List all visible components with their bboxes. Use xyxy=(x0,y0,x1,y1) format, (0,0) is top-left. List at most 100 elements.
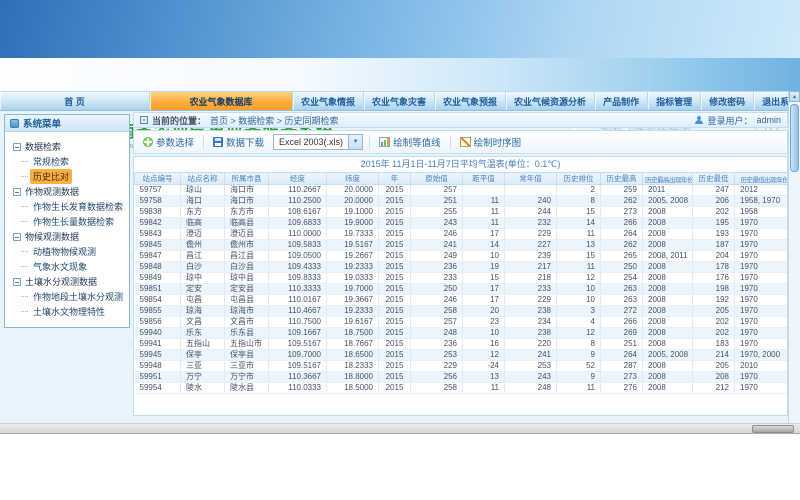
tree-leaf[interactable]: 作物生长量数据检索 xyxy=(30,214,127,229)
nav-item[interactable]: 指标管理 xyxy=(648,92,701,110)
table-cell: 109.6833 xyxy=(269,218,327,229)
table-cell: 276 xyxy=(601,383,643,394)
login-user-label: 登录用户： xyxy=(707,114,752,127)
login-user-value: admin xyxy=(756,115,781,125)
table-row: 59849琼中琼中县109.833319.0333201523315218122… xyxy=(135,273,789,284)
table-cell: 1970 xyxy=(735,262,789,273)
table-cell: 14 xyxy=(463,240,505,251)
nav-item[interactable]: 农业气象灾害 xyxy=(364,92,435,110)
nav-item[interactable]: 农业气象预报 xyxy=(435,92,506,110)
table-cell: 2010 xyxy=(735,361,789,372)
table-title: 2015年 11月1日-11月7日平均气温表(单位：0.1℃) xyxy=(134,157,787,172)
nav-item[interactable]: 农业气候资源分析 xyxy=(506,92,595,110)
table-cell: 2015 xyxy=(379,273,411,284)
vertical-scrollbar[interactable] xyxy=(788,91,800,423)
table-cell: 59838 xyxy=(135,207,181,218)
horizontal-scrollbar[interactable] xyxy=(0,423,800,434)
table-cell: 2015 xyxy=(379,383,411,394)
table-cell: 187 xyxy=(693,240,735,251)
tree-group[interactable]: 作物观测数据 xyxy=(13,184,127,199)
table-cell: 2008 xyxy=(643,207,693,218)
draw-isoline-button[interactable]: 绘制等值线 xyxy=(376,133,444,151)
table-cell: 2008 xyxy=(643,240,693,251)
table-cell: 2008 xyxy=(643,295,693,306)
table-cell: 2008 xyxy=(643,273,693,284)
table-cell: 18.7500 xyxy=(327,328,379,339)
table-cell: 1970 xyxy=(735,295,789,306)
tree-group[interactable]: 土壤水分观测数据 xyxy=(13,274,127,289)
table-cell: 250 xyxy=(601,262,643,273)
table-cell: 乐东县 xyxy=(225,328,269,339)
table-cell: 11 xyxy=(463,207,505,218)
table-cell: 2008 xyxy=(643,218,693,229)
table-cell: 2011 xyxy=(643,185,693,196)
table-cell: 11 xyxy=(463,383,505,394)
table-cell: 109.8333 xyxy=(269,273,327,284)
nav-item[interactable]: 农业气象情报 xyxy=(293,92,364,110)
nav-item[interactable]: 修改密码 xyxy=(701,92,754,110)
collapse-icon[interactable] xyxy=(13,188,21,196)
table-cell: 240 xyxy=(505,196,557,207)
data-download-button[interactable]: 数据下载 xyxy=(210,133,267,151)
table-cell: 儋州市 xyxy=(225,240,269,251)
nav-item[interactable]: 农业气象数据库 xyxy=(150,92,293,110)
tree-leaf[interactable]: 常规检索 xyxy=(30,154,127,169)
table-cell: 18.7667 xyxy=(327,339,379,350)
menu-icon xyxy=(10,119,19,128)
tree-group[interactable]: 物候观测数据 xyxy=(13,229,127,244)
table-cell: 244 xyxy=(505,207,557,218)
nav-item[interactable]: 产品制作 xyxy=(595,92,648,110)
breadcrumb[interactable]: 首页 > 数据检索 > 历史同期检索 xyxy=(210,114,339,127)
table-cell: 2 xyxy=(557,185,601,196)
table-cell: 2008 xyxy=(643,339,693,350)
table-cell: 110.0167 xyxy=(269,295,327,306)
collapse-icon[interactable] xyxy=(13,278,21,286)
table-cell: 178 xyxy=(693,262,735,273)
table-cell: 59954 xyxy=(135,383,181,394)
table-cell: 19 xyxy=(463,262,505,273)
tree-leaf[interactable]: 气象水文现象 xyxy=(30,259,127,274)
export-format-select[interactable]: Excel 2003(.xls) xyxy=(273,134,363,150)
vertical-scrollbar-thumb[interactable] xyxy=(790,104,799,172)
table-cell: 243 xyxy=(505,372,557,383)
tree-leaf-label: 常规检索 xyxy=(30,154,72,169)
scroll-up-icon[interactable] xyxy=(789,91,800,102)
table-cell: 18.6500 xyxy=(327,350,379,361)
table-cell: 193 xyxy=(693,229,735,240)
tree-leaf[interactable]: 动植物物候观测 xyxy=(30,244,127,259)
collapse-icon[interactable] xyxy=(13,233,21,241)
table-cell: 234 xyxy=(505,317,557,328)
table-cell: 19.9000 xyxy=(327,218,379,229)
tree-group[interactable]: 数据检索 xyxy=(13,139,127,154)
dropdown-arrow-icon[interactable] xyxy=(348,135,362,149)
table-cell: 儋州 xyxy=(181,240,225,251)
column-header: 站点编号 xyxy=(135,173,181,185)
tree-leaf[interactable]: 历史比对 xyxy=(30,169,127,184)
table-cell: 2008 xyxy=(643,262,693,273)
table-row: 59847昌江昌江县109.050019.2667201524910239152… xyxy=(135,251,789,262)
param-select-button[interactable]: 参数选择 xyxy=(140,133,197,151)
table-cell: 232 xyxy=(505,218,557,229)
tree-leaf[interactable]: 作物生长发育数据检索 xyxy=(30,199,127,214)
table-cell: 2005, 2008 xyxy=(643,350,693,361)
table-cell: 2015 xyxy=(379,328,411,339)
table-cell: 2015 xyxy=(379,218,411,229)
table-cell: 59843 xyxy=(135,229,181,240)
param-select-label: 参数选择 xyxy=(156,135,194,149)
table-cell: 琼海市 xyxy=(225,306,269,317)
table-cell: 233 xyxy=(411,273,463,284)
sidebar-header: 系统菜单 xyxy=(5,115,129,132)
table-cell: 保亭 xyxy=(181,350,225,361)
nav-item[interactable]: 首 页 xyxy=(0,92,150,110)
toolbar-divider xyxy=(369,135,370,149)
nav-bar: 首 页农业气象数据库农业气象情报农业气象灾害农业气象预报农业气候资源分析产品制作… xyxy=(0,91,800,111)
draw-timeseries-button[interactable]: 绘制时序图 xyxy=(457,133,525,151)
tree-leaf[interactable]: 作物地段土壤水分观测 xyxy=(30,289,127,304)
horizontal-scrollbar-thumb[interactable] xyxy=(752,425,794,433)
main-panel: 当前的位置： 首页 > 数据检索 > 历史同期检索 登录用户：admin 参数选… xyxy=(133,112,788,416)
tree-leaf[interactable]: 土壤水文物理特性 xyxy=(30,304,127,319)
table-cell: 23 xyxy=(463,317,505,328)
table-cell: 乐东 xyxy=(181,328,225,339)
collapse-icon[interactable] xyxy=(13,143,21,151)
table-cell: 59854 xyxy=(135,295,181,306)
